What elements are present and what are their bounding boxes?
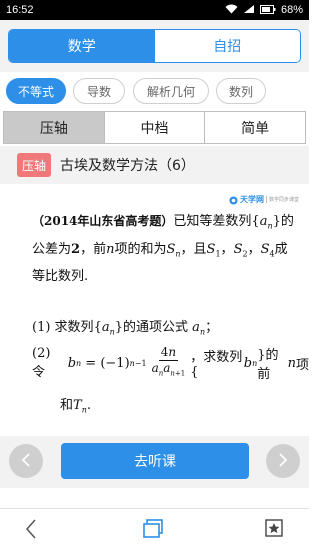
question-2: (2) 令 bn = (−1) n−1 4n anan+1 ，求数列{b n}的前 n…	[32, 344, 310, 382]
wifi-icon	[225, 4, 238, 17]
tab-medium[interactable]: 中档	[105, 112, 206, 143]
next-button[interactable]	[266, 444, 300, 478]
difficulty-badge: 压轴	[17, 153, 51, 177]
problem-statement: （2014年山东省高考题）已知等差数列{an}的公差为2，前n项的和为Sn，且S…	[32, 214, 294, 285]
lesson-title: 古埃及数学方法（6）	[60, 158, 195, 174]
chevron-right-icon	[278, 452, 288, 471]
go-listen-button[interactable]: 去听课	[61, 443, 249, 479]
tab-easy[interactable]: 简单	[205, 112, 305, 143]
chip-derivative[interactable]: 导数	[73, 78, 125, 104]
tab-math[interactable]: 数学	[9, 30, 155, 62]
brand-logo: 天学网 数学同步课堂	[229, 190, 299, 209]
chip-analytic-geometry[interactable]: 解析几何	[133, 78, 209, 104]
status-bar: 16:52 68%	[0, 0, 309, 20]
chevron-left-icon	[21, 452, 31, 471]
bookmark-star-icon[interactable]	[265, 519, 283, 541]
tab-self-enrollment[interactable]: 自招	[154, 30, 300, 62]
lesson-title-row: 压轴 古埃及数学方法（6）	[0, 146, 309, 184]
back-icon[interactable]	[25, 519, 37, 543]
question-2-cont: 和Tn.	[60, 398, 91, 415]
battery-icon	[259, 4, 276, 17]
signal-icon	[243, 4, 255, 17]
brand-name: 天学网	[239, 195, 264, 204]
difficulty-tabs: 压轴 中档 简单	[3, 111, 306, 144]
problem-content: 天学网 数学同步课堂 （2014年山东省高考题）已知等差数列{an}的公差为2，…	[0, 184, 309, 436]
bottom-nav-bar	[0, 508, 309, 550]
problem-source: （2014年山东省高考题）	[32, 214, 174, 228]
tab-hard[interactable]: 压轴	[4, 112, 105, 143]
battery-percent: 68%	[280, 4, 303, 16]
status-time: 16:52	[6, 4, 34, 16]
subject-segmented-control: 数学 自招	[8, 29, 301, 63]
fraction: 4n anan+1	[151, 344, 186, 378]
prev-button[interactable]	[9, 444, 43, 478]
question-1: (1) 求数列{an}的通项公式 an；	[32, 320, 219, 337]
subject-header: 数学 自招	[0, 20, 309, 72]
chip-sequence[interactable]: 数列	[216, 78, 266, 104]
topic-chip-row: 不等式 导数 解析几何 数列	[0, 72, 309, 110]
multiwindow-icon[interactable]	[143, 519, 165, 543]
brand-icon	[229, 190, 238, 209]
lesson-controls: 去听课	[0, 436, 309, 488]
brand-tagline: 数学同步课堂	[265, 196, 299, 203]
chip-inequality[interactable]: 不等式	[6, 78, 66, 104]
